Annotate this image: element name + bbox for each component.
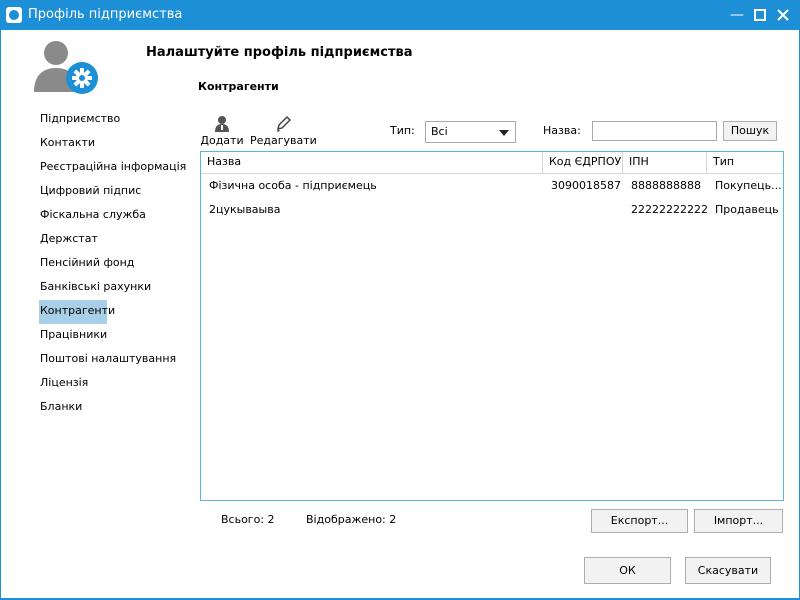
total-count: Всього: 2 — [221, 513, 275, 526]
title-bar: Профіль підприємства — — [0, 0, 800, 30]
ok-button[interactable]: ОК — [584, 557, 671, 584]
add-button-label: Додати — [200, 134, 244, 147]
chevron-down-icon — [499, 130, 509, 136]
window-title: Профіль підприємства — [28, 7, 183, 22]
sidebar-item-statistics[interactable]: Держстат — [39, 228, 179, 252]
table-row[interactable]: 2цукываыва 222222222222 Продавець — [201, 198, 783, 222]
cell-name: Фізична особа - підприємець — [209, 179, 377, 192]
cell-type: Продавець — [715, 203, 779, 216]
sidebar-item-registration[interactable]: Реєстраційна інформація — [39, 156, 186, 180]
type-select[interactable]: Всі — [425, 121, 516, 143]
close-icon[interactable] — [772, 4, 794, 26]
sidebar-item-digital-signature[interactable]: Цифровий підпис — [39, 180, 179, 204]
maximize-icon[interactable] — [749, 4, 771, 26]
sidebar-item-bank-accounts[interactable]: Банківські рахунки — [39, 276, 179, 300]
type-label: Тип: — [390, 124, 415, 137]
counterparties-table: Назва Код ЄДРПОУ ІПН Тип Фізична особа -… — [200, 151, 784, 501]
sidebar-item-forms[interactable]: Бланки — [39, 396, 179, 420]
sidebar-item-pension-fund[interactable]: Пенсійний фонд — [39, 252, 179, 276]
window-border-left — [0, 30, 1, 600]
cell-name: 2цукываыва — [209, 203, 281, 216]
cell-edrpou: 3090018587 — [551, 179, 621, 192]
minimize-icon[interactable]: — — [726, 4, 748, 26]
column-header-ipn[interactable]: ІПН — [623, 152, 707, 173]
add-button[interactable]: Додати — [200, 113, 244, 147]
shown-count: Відображено: 2 — [306, 513, 397, 526]
sidebar-item-mail-settings[interactable]: Поштові налаштування — [39, 348, 179, 372]
table-row[interactable]: Фізична особа - підприємець 3090018587 8… — [201, 174, 783, 198]
table-header: Назва Код ЄДРПОУ ІПН Тип — [201, 152, 783, 174]
column-header-name[interactable]: Назва — [201, 152, 543, 173]
name-label: Назва: — [543, 124, 581, 137]
name-input[interactable] — [592, 121, 717, 141]
section-title: Контрагенти — [198, 80, 279, 93]
app-logo-icon — [6, 7, 22, 23]
sidebar-item-license[interactable]: Ліцензія — [39, 372, 179, 396]
add-user-icon — [200, 113, 244, 133]
sidebar-item-enterprise[interactable]: Підприємство — [39, 108, 179, 132]
page-title: Налаштуйте профіль підприємства — [146, 45, 413, 60]
user-settings-icon — [30, 38, 100, 96]
type-select-value: Всі — [431, 125, 448, 138]
cell-ipn: 8888888888 — [631, 179, 701, 192]
sidebar-item-contacts[interactable]: Контакти — [39, 132, 179, 156]
sidebar-item-employees[interactable]: Працівники — [39, 324, 179, 348]
cell-ipn: 222222222222 — [631, 203, 707, 216]
edit-button-label: Редагувати — [250, 134, 317, 147]
column-header-edrpou[interactable]: Код ЄДРПОУ — [543, 152, 623, 173]
import-button[interactable]: Імпорт... — [694, 509, 783, 533]
export-button[interactable]: Експорт... — [591, 509, 688, 533]
sidebar-nav: Підприємство Контакти Реєстраційна інфор… — [39, 108, 186, 420]
sidebar-item-tax-service[interactable]: Фіскальна служба — [39, 204, 179, 228]
edit-button[interactable]: Редагувати — [250, 113, 317, 147]
pencil-icon — [250, 113, 316, 133]
sidebar-item-counterparties[interactable]: Контрагенти — [39, 300, 115, 324]
search-button[interactable]: Пошук — [723, 121, 777, 141]
column-header-type[interactable]: Тип — [707, 152, 783, 173]
cell-type: Покупець... — [715, 179, 782, 192]
cancel-button[interactable]: Скасувати — [685, 557, 771, 584]
